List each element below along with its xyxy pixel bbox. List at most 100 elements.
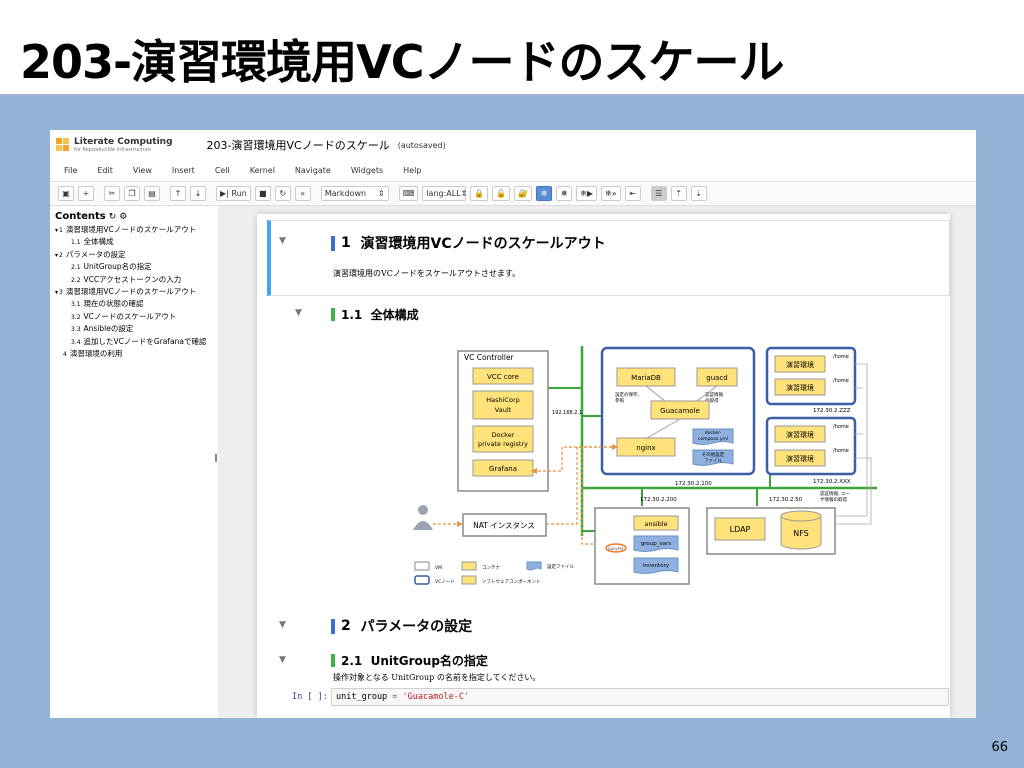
legend-config: 設定ファイル [547, 563, 574, 570]
autosave-status: (autosaved) [397, 140, 446, 150]
page-number: 66 [991, 740, 1008, 755]
menu-insert[interactable]: Insert [172, 166, 195, 175]
menubar: File Edit View Insert Cell Kernel Naviga… [50, 160, 976, 182]
move-cell-up-button[interactable]: ⇡ [670, 186, 687, 201]
move-cell-down-button[interactable]: ⇣ [690, 186, 707, 201]
toc-item[interactable]: 3.2 VCノードのスケールアウト [55, 311, 218, 323]
gear-icon[interactable]: ⚙ [119, 212, 127, 222]
toc-resize-handle[interactable] [215, 454, 217, 462]
markdown-cell-selected[interactable] [267, 220, 950, 296]
inventory-label: inventory [643, 563, 670, 569]
restart-run-all-button[interactable]: » [294, 186, 311, 201]
restart-button[interactable]: ↻ [274, 186, 291, 201]
menu-help[interactable]: Help [403, 166, 421, 175]
home-label-1: /home [833, 354, 849, 360]
ip-controller: 192.168.2.1 [552, 410, 582, 416]
run-through-icon: ❄▶ [580, 189, 594, 198]
toc-item-number: 1.1 [71, 239, 81, 247]
code-editor[interactable]: unit_group = 'Guacamole-C' [331, 688, 949, 706]
vault-label-2: Vault [495, 406, 512, 414]
toc-item[interactable]: ▾1 演習環境用VCノードのスケールアウト [55, 224, 218, 236]
toc-item[interactable]: 3.1 現在の状態の確認 [55, 298, 218, 310]
toc-item[interactable]: ▾2 パラメータの設定 [55, 249, 218, 261]
cell-type-select[interactable]: Markdown ⇕ [320, 186, 389, 201]
grafana-label: Grafana [489, 465, 517, 473]
mariadb-label: MariaDB [631, 374, 661, 382]
reset-frozen-button[interactable]: ⇤ [624, 186, 641, 201]
list-icon: ☰ [655, 189, 663, 198]
toc-title: Contents [55, 211, 106, 222]
run-button[interactable]: ▶| Run [216, 186, 251, 201]
toc-item-label: UnitGroup名の指定 [83, 262, 152, 272]
menu-kernel[interactable]: Kernel [250, 166, 275, 175]
menu-navigate[interactable]: Navigate [295, 166, 331, 175]
move-down-button[interactable]: ↓ [190, 186, 206, 201]
toc-item[interactable]: 3.4 追加したVCノードをGrafanaで確認 [55, 336, 218, 348]
collapse-arrow-icon[interactable]: ▼ [295, 308, 302, 318]
unfreeze-button[interactable]: ❅ [556, 186, 573, 201]
toc-item-number: 1 [59, 227, 63, 234]
run-frozen-button[interactable]: ❄» [601, 186, 621, 201]
toc-item[interactable]: 4 演習環境の利用 [55, 348, 218, 360]
insert-cell-button[interactable]: + [78, 186, 94, 201]
run-through-button[interactable]: ❄▶ [576, 186, 598, 201]
toc-item-number: 3.1 [71, 301, 81, 309]
menu-cell[interactable]: Cell [215, 166, 230, 175]
toc-item-number: 2 [59, 251, 63, 259]
move-up-button[interactable]: ↑ [170, 186, 186, 201]
heading-1-1: 1.1 全体構成 [331, 306, 419, 323]
toc-item-label: VCノードのスケールアウト [83, 311, 177, 321]
toc-item-number: 3.3 [71, 326, 81, 334]
save-button[interactable]: ▣ [58, 186, 74, 201]
arrow-up-icon: ↑ [174, 189, 182, 198]
keyboard-button[interactable]: ⌨ [398, 186, 419, 201]
heading-2-1-text: UnitGroup名の指定 [370, 654, 488, 668]
nginx-label: nginx [636, 444, 655, 452]
legend-container: コンテナ [482, 565, 500, 571]
user-icon [413, 521, 433, 530]
env-label-4: 演習環境 [786, 454, 814, 463]
push-up-icon: ⇡ [675, 189, 683, 198]
refresh-icon[interactable]: ↻ [109, 212, 117, 222]
collapse-arrow-icon[interactable]: ▼ [279, 655, 286, 665]
ip-50: 172.30.2.50 [769, 497, 803, 503]
lang-select[interactable]: lang:ALL ⇕ [422, 186, 467, 201]
notebook-title[interactable]: 203-演習環境用VCノードのスケール [207, 137, 390, 153]
toc-item[interactable]: 2.2 VCCアクセストークンの入力 [55, 274, 218, 286]
menu-view[interactable]: View [133, 166, 152, 175]
keyboard-icon: ⌨ [402, 189, 415, 198]
heading-1-num: 1 [341, 235, 351, 251]
unlock-button[interactable]: 🔓 [492, 186, 511, 201]
collapse-arrow-icon[interactable]: ▼ [279, 620, 286, 630]
lock-all-button[interactable]: 🔐 [514, 186, 533, 201]
menu-widgets[interactable]: Widgets [351, 166, 383, 175]
group-vars-label: group_vars [641, 541, 672, 547]
freeze-button[interactable]: ❄ [536, 186, 553, 201]
toc-item[interactable]: 2.1 UnitGroup名の指定 [55, 261, 218, 273]
lock-button[interactable]: 🔒 [470, 186, 489, 201]
toc-collapse-icon[interactable]: ▾ [55, 227, 58, 234]
menu-edit[interactable]: Edit [97, 166, 113, 175]
scissors-icon: ✂ [108, 189, 116, 198]
toc-toggle-button[interactable]: ☰ [650, 186, 667, 201]
compose-label-1: docker- [705, 430, 722, 436]
paste-button[interactable]: ▤ [144, 186, 160, 201]
lang-value: lang:ALL [426, 189, 461, 198]
collapse-arrow-icon[interactable]: ▼ [279, 236, 286, 246]
toc-item[interactable]: 3.3 Ansibleの設定 [55, 323, 218, 335]
interrupt-button[interactable]: ■ [254, 186, 271, 201]
cut-button[interactable]: ✂ [104, 186, 120, 201]
toc-item[interactable]: ▾3 演習環境用VCノードのスケールアウト [55, 286, 218, 298]
toc-item-number: 4 [63, 351, 67, 359]
toc-collapse-icon[interactable]: ▾ [55, 289, 58, 296]
paragraph-1: 演習環境用のVCノードをスケールアウトさせます。 [333, 269, 521, 278]
run-label: Run [231, 189, 247, 198]
toc-item-label: 演習環境用VCノードのスケールアウト [65, 225, 197, 234]
code-cell[interactable]: In [ ]: unit_group = 'Guacamole-C' [267, 688, 950, 708]
menu-file[interactable]: File [64, 166, 77, 175]
toc-collapse-icon[interactable]: ▾ [55, 252, 58, 259]
toc-sidebar: Contents ↻ ⚙ ▾1 演習環境用VCノードのスケールアウト 1.1 全体構成… [50, 206, 218, 718]
copy-button[interactable]: ❐ [124, 186, 140, 201]
toc-item[interactable]: 1.1 全体構成 [55, 236, 218, 248]
logo[interactable]: Literate Computing for Reproducible Infr… [74, 137, 173, 153]
